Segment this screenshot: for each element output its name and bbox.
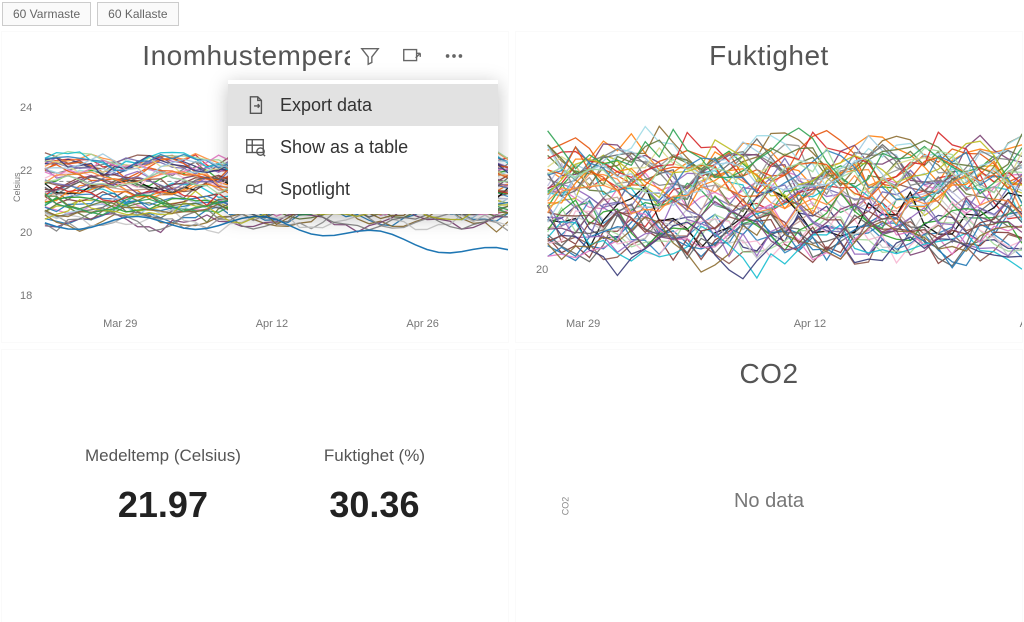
humidity-chart: . 20 Mar 29 Apr 12 Apr 26 [516, 92, 1022, 332]
kpi-hum-value: 30.36 [324, 484, 425, 526]
xtick: Apr 26 [1020, 318, 1022, 330]
spotlight-icon [244, 178, 266, 200]
co2-title: CO2 [516, 350, 1022, 390]
co2-ylabel: CO2 [560, 497, 570, 516]
ytick: 22 [20, 165, 32, 177]
kpi-temp-label: Medeltemp (Celsius) [85, 446, 241, 466]
temperature-xticks: Mar 29 Apr 12 Apr 26 [44, 318, 498, 330]
kpi-hum-label: Fuktighet (%) [324, 446, 425, 466]
xtick: Apr 26 [406, 318, 438, 330]
xtick: Apr 12 [256, 318, 288, 330]
coldest-60-button[interactable]: 60 Kallaste [97, 2, 178, 26]
tile-temperature: Inomhustemperat [2, 32, 508, 342]
humidity-xticks: Mar 29 Apr 12 Apr 26 [566, 318, 1022, 330]
menu-spotlight-label: Spotlight [280, 179, 350, 200]
tile-co2: CO2 CO2 No data [516, 350, 1022, 622]
co2-nodata: No data [734, 490, 804, 513]
menu-table-label: Show as a table [280, 137, 408, 158]
xtick: Mar 29 [566, 318, 600, 330]
humidity-yticks: . 20 [536, 162, 548, 276]
more-icon [443, 45, 465, 67]
ytick: 18 [20, 290, 32, 302]
humidity-lines [516, 92, 1022, 332]
filter-button[interactable] [356, 42, 384, 70]
ytick: 24 [20, 102, 32, 114]
menu-spotlight[interactable]: Spotlight [228, 168, 498, 210]
humidity-title: Fuktighet [516, 32, 1022, 72]
kpi-temperature: Medeltemp (Celsius) 21.97 [85, 446, 241, 526]
xtick: Apr 12 [794, 318, 826, 330]
ytick: 20 [536, 264, 548, 276]
menu-export-data[interactable]: Export data [228, 84, 498, 126]
xtick: Mar 29 [103, 318, 137, 330]
focus-icon [401, 45, 423, 67]
filter-icon [359, 45, 381, 67]
kpi-temp-value: 21.97 [85, 484, 241, 526]
kpi-humidity: Fuktighet (%) 30.36 [324, 446, 425, 526]
tile-humidity: Fuktighet . 20 Mar 29 Apr 12 Apr 26 [516, 32, 1022, 342]
visual-context-menu: Export data Show as a table Spotlight [228, 80, 498, 214]
warmest-60-button[interactable]: 60 Varmaste [2, 2, 91, 26]
export-icon [244, 94, 266, 116]
temperature-yticks: 24 22 20 18 [20, 102, 32, 302]
ytick: 20 [20, 227, 32, 239]
menu-show-table[interactable]: Show as a table [228, 126, 498, 168]
tile-kpi: Medeltemp (Celsius) 21.97 Fuktighet (%) … [2, 350, 508, 622]
table-icon [244, 136, 266, 158]
focus-mode-button[interactable] [398, 42, 426, 70]
more-options-button[interactable] [440, 42, 468, 70]
menu-export-label: Export data [280, 95, 372, 116]
